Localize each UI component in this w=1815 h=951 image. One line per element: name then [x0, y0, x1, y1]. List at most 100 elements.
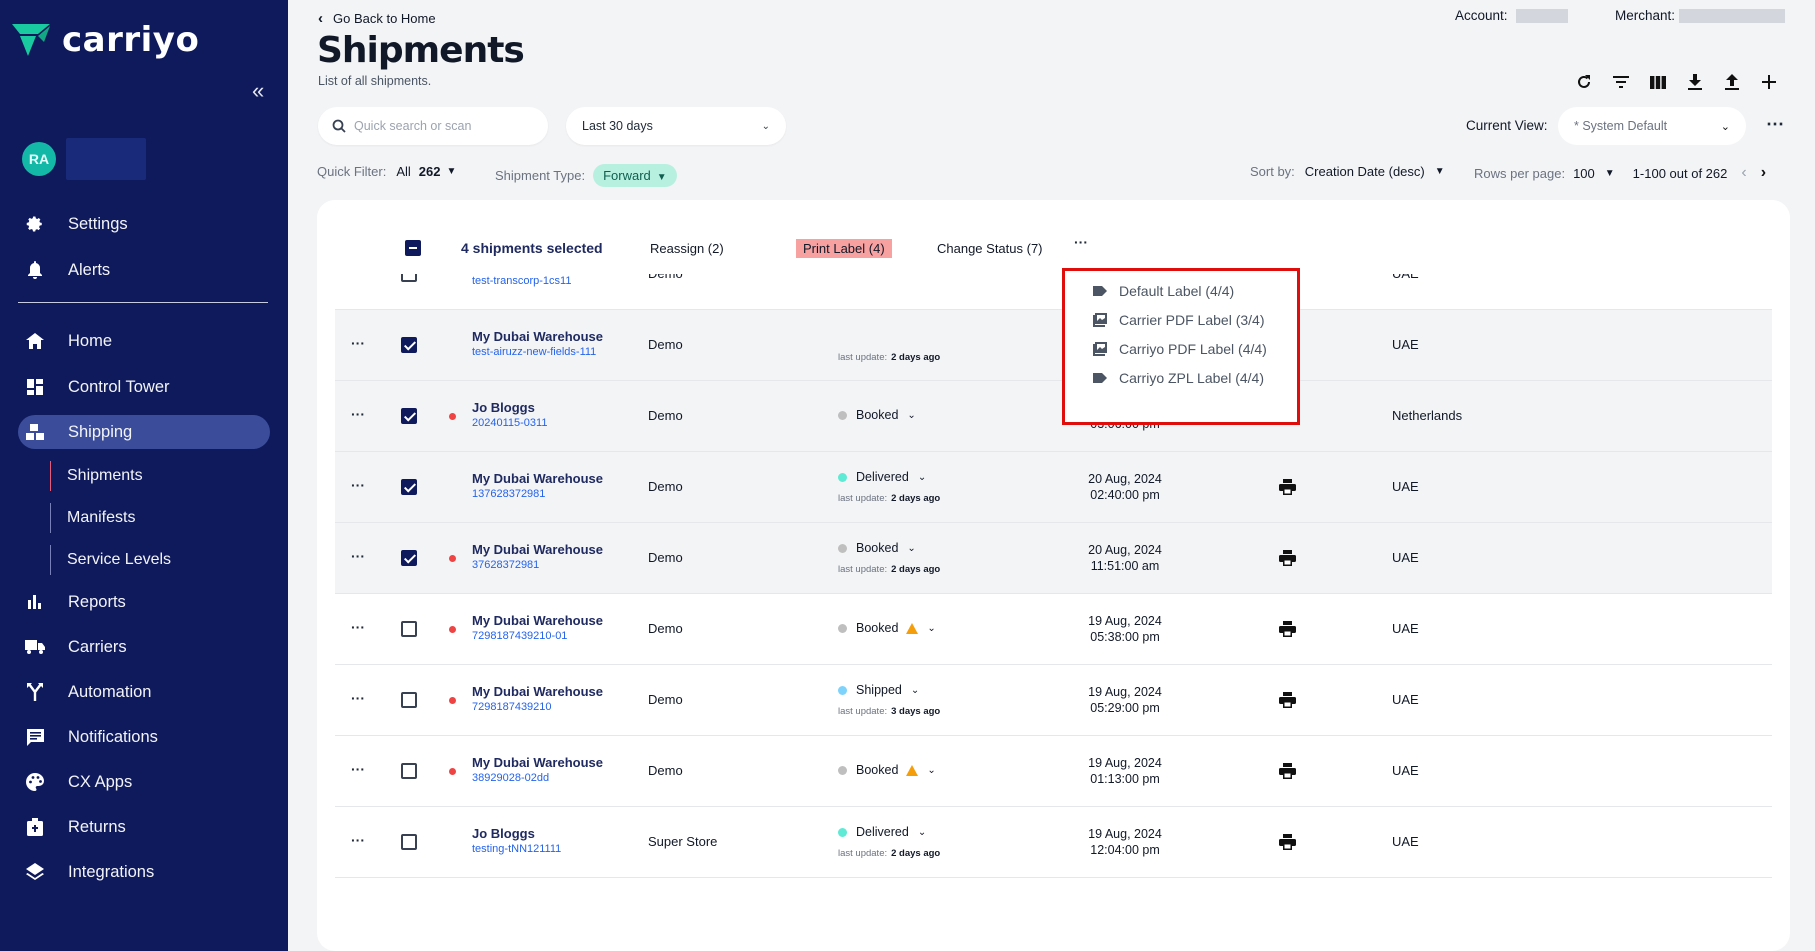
next-page-icon[interactable]: ›: [1761, 164, 1766, 182]
printer-icon[interactable]: [1279, 763, 1296, 784]
account-selector[interactable]: Account:: [1455, 8, 1568, 23]
printer-icon[interactable]: [1279, 692, 1296, 713]
row-more-icon[interactable]: ···: [351, 832, 365, 848]
shipment-id-link[interactable]: 37628372981: [472, 559, 539, 571]
shipment-id-link[interactable]: 38929028-02dd: [472, 772, 549, 784]
palette-icon: [24, 771, 46, 793]
print-label-button[interactable]: Print Label (4): [796, 239, 892, 258]
back-link[interactable]: ‹ Go Back to Home: [318, 10, 436, 27]
view-select[interactable]: * System Default ⌄: [1558, 107, 1746, 145]
row-more-icon[interactable]: ···: [351, 619, 365, 635]
search-input[interactable]: [354, 119, 534, 133]
row-more-icon[interactable]: ···: [351, 761, 365, 777]
sidebar-item-home[interactable]: Home: [18, 324, 270, 358]
double-chevron-left-icon[interactable]: «: [252, 78, 264, 104]
row-checkbox[interactable]: [401, 763, 417, 779]
quick-filter-value[interactable]: All: [396, 164, 410, 179]
row-checkbox[interactable]: [401, 692, 417, 708]
shipment-id-link[interactable]: 7298187439210-01: [472, 630, 567, 642]
rows-value[interactable]: 100: [1573, 166, 1595, 181]
table-row[interactable]: ··· My Dubai Warehouse test-airuzz-new-fie…: [335, 310, 1772, 381]
sidebar-item-integrations[interactable]: Integrations: [18, 855, 270, 889]
table-row[interactable]: ··· My Dubai Warehouse 7298187439210-01 Dem…: [335, 594, 1772, 665]
row-more-icon[interactable]: ···: [351, 335, 365, 351]
sidebar-subitem-shipments[interactable]: Shipments: [50, 461, 143, 491]
change-status-button[interactable]: Change Status (7): [937, 241, 1043, 256]
reassign-button[interactable]: Reassign (2): [650, 241, 724, 256]
add-icon[interactable]: [1750, 70, 1787, 94]
shipment-id-link[interactable]: 137628372981: [472, 488, 545, 500]
printer-icon[interactable]: [1279, 550, 1296, 571]
view-more-icon[interactable]: ⋯: [1766, 114, 1784, 135]
refresh-icon[interactable]: [1565, 70, 1602, 94]
columns-icon[interactable]: [1639, 70, 1676, 94]
more-actions-icon[interactable]: ···: [1074, 234, 1088, 250]
status-selector[interactable]: Delivered ⌄: [838, 470, 926, 484]
status-selector[interactable]: Booked ⌄: [838, 621, 936, 635]
row-checkbox[interactable]: [401, 834, 417, 850]
shipment-id-link[interactable]: test-transcorp-1cs11: [472, 275, 571, 287]
status-selector[interactable]: Delivered ⌄: [838, 825, 926, 839]
merchant-selector[interactable]: Merchant:: [1615, 8, 1786, 23]
sidebar-item-cx-apps[interactable]: CX Apps: [18, 765, 270, 799]
printer-icon[interactable]: [1279, 834, 1296, 855]
menu-item-carriyo-pdf-label[interactable]: Carriyo PDF Label (4/4): [1093, 341, 1267, 357]
printer-icon[interactable]: [1279, 621, 1296, 642]
date-range-select[interactable]: Last 30 days ⌄: [566, 107, 786, 145]
sidebar-item-control-tower[interactable]: Control Tower: [18, 370, 270, 404]
row-more-icon[interactable]: ···: [351, 477, 365, 493]
caret-down-icon[interactable]: ▼: [447, 166, 457, 177]
carriyo-logo[interactable]: carriyo: [10, 20, 199, 60]
table-row[interactable]: ··· My Dubai Warehouse 38929028-02dd Demo Bo…: [335, 736, 1772, 807]
caret-down-icon[interactable]: ▼: [1605, 168, 1615, 179]
table-row[interactable]: ···Jo Bloggs20240115-0311DemoBooked⌄20 A…: [335, 381, 1772, 452]
caret-down-icon[interactable]: ▼: [1435, 166, 1445, 177]
shipment-id-link[interactable]: 7298187439210: [472, 701, 552, 713]
row-more-icon[interactable]: ···: [351, 690, 365, 706]
status-selector[interactable]: Booked ⌄: [838, 408, 916, 422]
row-checkbox[interactable]: [401, 337, 417, 353]
row-checkbox[interactable]: [401, 408, 417, 424]
table-row[interactable]: ··· Jo Bloggs testing-tNN121111 Super Store…: [335, 807, 1772, 878]
shipment-id-link[interactable]: testing-tNN121111: [472, 843, 561, 855]
sidebar-subitem-manifests[interactable]: Manifests: [50, 503, 135, 533]
row-checkbox[interactable]: [401, 550, 417, 566]
sidebar-item-carriers[interactable]: Carriers: [18, 630, 270, 664]
sort-value[interactable]: Creation Date (desc): [1305, 164, 1425, 179]
sidebar-item-automation[interactable]: Automation: [18, 675, 270, 709]
sidebar-item-shipping[interactable]: Shipping: [18, 415, 270, 449]
select-all-checkbox[interactable]: [405, 240, 421, 256]
status-selector[interactable]: Booked ⌄: [838, 763, 936, 777]
row-checkbox[interactable]: [401, 621, 417, 637]
filter-icon[interactable]: [1602, 70, 1639, 94]
download-icon[interactable]: [1676, 70, 1713, 94]
sidebar-item-alerts[interactable]: Alerts: [18, 253, 270, 287]
table-row[interactable]: ··· My Dubai Warehouse 137628372981 Demo Del…: [335, 452, 1772, 523]
sidebar-subitem-service-levels[interactable]: Service Levels: [50, 545, 171, 575]
sidebar-item-notifications[interactable]: Notifications: [18, 720, 270, 754]
row-more-icon[interactable]: ···: [351, 548, 365, 564]
shipment-id-link[interactable]: 20240115-0311: [472, 417, 547, 429]
table-row[interactable]: ··· My Dubai Warehouse 7298187439210 Demo Sh…: [335, 665, 1772, 736]
table-row[interactable]: ··· My Dubai Warehouse 37628372981 Demo Book…: [335, 523, 1772, 594]
status-selector[interactable]: Booked ⌄: [838, 541, 916, 555]
upload-icon[interactable]: [1713, 70, 1750, 94]
shipment-type-pill[interactable]: Forward ▼: [593, 164, 677, 187]
user-profile[interactable]: RA: [22, 138, 146, 180]
chevron-down-icon: ⌄: [917, 471, 927, 483]
row-more-icon[interactable]: ···: [351, 406, 365, 422]
status-selector[interactable]: Shipped ⌄: [838, 683, 919, 697]
rows-label: Rows per page:: [1474, 165, 1566, 181]
row-checkbox[interactable]: [401, 479, 417, 495]
menu-item-carrier-pdf-label[interactable]: Carrier PDF Label (3/4): [1093, 312, 1265, 328]
sidebar-item-returns[interactable]: Returns: [18, 810, 270, 844]
menu-item-carriyo-zpl-label[interactable]: Carriyo ZPL Label (4/4): [1093, 370, 1264, 386]
search-box[interactable]: [318, 107, 548, 145]
status-label: Booked: [856, 541, 899, 555]
shipment-id-link[interactable]: test-airuzz-new-fields-111: [472, 346, 596, 358]
menu-item-default-label[interactable]: Default Label (4/4): [1093, 283, 1234, 299]
printer-icon[interactable]: [1279, 479, 1296, 500]
sidebar-item-reports[interactable]: Reports: [18, 585, 270, 619]
prev-page-icon[interactable]: ‹: [1741, 164, 1746, 182]
sidebar-item-settings[interactable]: Settings: [18, 207, 270, 241]
